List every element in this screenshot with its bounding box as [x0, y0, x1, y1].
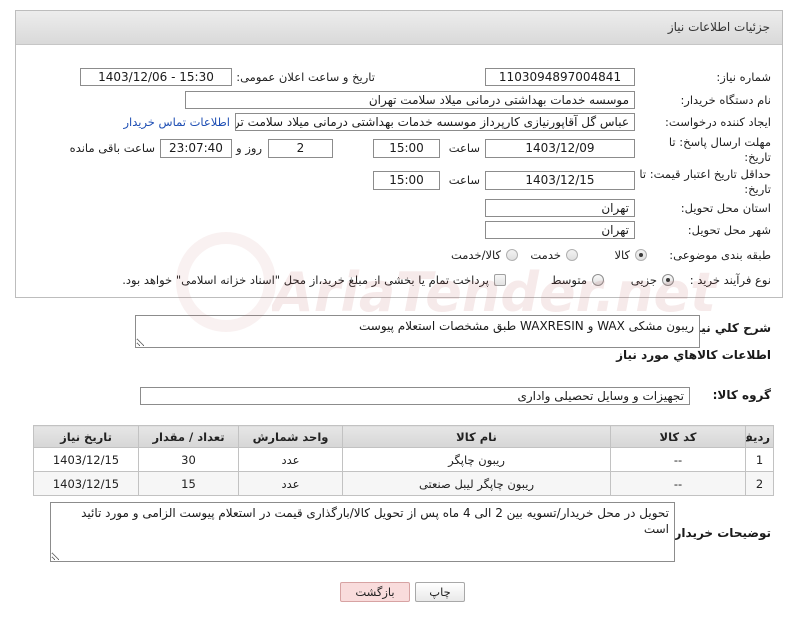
- column-header-need-date: تاریخ نیاز: [33, 425, 139, 448]
- cell-unit: عدد: [238, 471, 343, 496]
- goods-group-field[interactable]: تجهیزات و وسایل تحصیلی واداری: [140, 387, 690, 405]
- goods-section-title: اطلاعات کالاهاي مورد نياز: [616, 348, 771, 362]
- requester-field[interactable]: عباس گل آقاپورنیازی کارپرداز موسسه خدمات…: [235, 113, 635, 131]
- treasury-payment-checkbox[interactable]: [494, 274, 506, 286]
- description-textarea[interactable]: ریبون مشکی WAX و WAXRESIN طبق مشخصات است…: [135, 315, 700, 348]
- category-service-radio[interactable]: [566, 249, 578, 261]
- price-validity-date-field[interactable]: 1403/12/15: [485, 171, 635, 190]
- category-goods-radio[interactable]: [635, 249, 647, 261]
- deadline-label-line2: تاریخ:: [744, 150, 771, 164]
- province-field[interactable]: تهران: [485, 199, 635, 217]
- category-goods-service-radio[interactable]: [506, 249, 518, 261]
- need-number-label: شماره نیاز:: [716, 70, 771, 84]
- remaining-days-field[interactable]: 2: [268, 139, 333, 158]
- city-field[interactable]: تهران: [485, 221, 635, 239]
- price-validity-label-line1: حداقل تاریخ اعتبار قیمت: تا: [639, 167, 771, 181]
- deadline-time-label: ساعت: [448, 141, 480, 155]
- cell-unit: عدد: [238, 447, 343, 472]
- cell-row-number: 2: [745, 471, 774, 496]
- cell-code: --: [610, 447, 746, 472]
- print-button[interactable]: چاپ: [415, 582, 465, 602]
- buyer-notes-textarea[interactable]: تحویل در محل خریدار/تسویه بین 2 الی 4 ما…: [50, 502, 675, 562]
- cell-quantity: 30: [138, 447, 239, 472]
- deadline-date-field[interactable]: 1403/12/09: [485, 139, 635, 158]
- process-minor-radio[interactable]: [662, 274, 674, 286]
- back-button[interactable]: بازگشت: [340, 582, 410, 602]
- table-row: 2 -- ریبون چاپگر لیبل صنعتی عدد 15 1403/…: [33, 471, 774, 496]
- requester-label: ایجاد کننده درخواست:: [665, 115, 771, 129]
- category-goods-service-label: کالا/خدمت: [450, 248, 501, 262]
- cell-need-date: 1403/12/15: [33, 447, 139, 472]
- column-header-quantity: تعداد / مقدار: [138, 425, 239, 448]
- treasury-payment-label: پرداخت تمام یا بخشی از مبلغ خرید،از محل …: [122, 273, 489, 287]
- price-validity-label-line2: تاریخ:: [744, 182, 771, 196]
- cell-need-date: 1403/12/15: [33, 471, 139, 496]
- cell-name: ریبون چاپگر: [342, 447, 611, 472]
- price-validity-time-field[interactable]: 15:00: [373, 171, 440, 190]
- buyer-contact-link[interactable]: اطلاعات تماس خریدار: [123, 113, 230, 131]
- province-label: استان محل تحویل:: [680, 201, 771, 215]
- panel-header-title: جزئیات اطلاعات نیاز: [16, 11, 782, 45]
- category-label: طبقه بندی موضوعی:: [669, 248, 771, 262]
- process-type-label: نوع فرآیند خرید :: [689, 273, 771, 287]
- announce-datetime-field[interactable]: 1403/12/06 - 15:30: [80, 68, 232, 86]
- cell-row-number: 1: [745, 447, 774, 472]
- column-header-code: کد کالا: [610, 425, 746, 448]
- price-validity-time-label: ساعت: [448, 173, 480, 187]
- deadline-time-field[interactable]: 15:00: [373, 139, 440, 158]
- buyer-org-field[interactable]: موسسه خدمات بهداشتی درمانی میلاد سلامت ت…: [185, 91, 635, 109]
- process-medium-radio[interactable]: [592, 274, 604, 286]
- buyer-org-label: نام دستگاه خریدار:: [680, 93, 771, 107]
- goods-group-label: گروه کالا:: [712, 388, 771, 402]
- remaining-time-field[interactable]: 23:07:40: [160, 139, 232, 158]
- goods-table-header: ردیف کد کالا نام کالا واحد شمارش تعداد /…: [33, 425, 774, 448]
- category-goods-label: کالا: [614, 248, 630, 262]
- column-header-unit: واحد شمارش: [238, 425, 343, 448]
- process-minor-label: جزیی: [630, 273, 657, 287]
- need-number-field[interactable]: 1103094897004841: [485, 68, 635, 86]
- announce-datetime-label: تاریخ و ساعت اعلان عمومی:: [236, 70, 375, 84]
- goods-table: ردیف کد کالا نام کالا واحد شمارش تعداد /…: [33, 425, 774, 496]
- remaining-days-label: روز و: [236, 141, 262, 155]
- category-service-label: خدمت: [530, 248, 561, 262]
- remaining-time-label: ساعت باقی مانده: [69, 141, 155, 155]
- buyer-notes-label: توضیحات خریدار:: [669, 526, 771, 540]
- deadline-label-line1: مهلت ارسال پاسخ: تا: [668, 135, 771, 149]
- column-header-name: نام کالا: [342, 425, 611, 448]
- cell-quantity: 15: [138, 471, 239, 496]
- city-label: شهر محل تحویل:: [687, 223, 771, 237]
- table-row: 1 -- ریبون چاپگر عدد 30 1403/12/15: [33, 447, 774, 472]
- cell-name: ریبون چاپگر لیبل صنعتی: [342, 471, 611, 496]
- column-header-row-number: ردیف: [745, 425, 774, 448]
- cell-code: --: [610, 471, 746, 496]
- process-medium-label: متوسط: [550, 273, 587, 287]
